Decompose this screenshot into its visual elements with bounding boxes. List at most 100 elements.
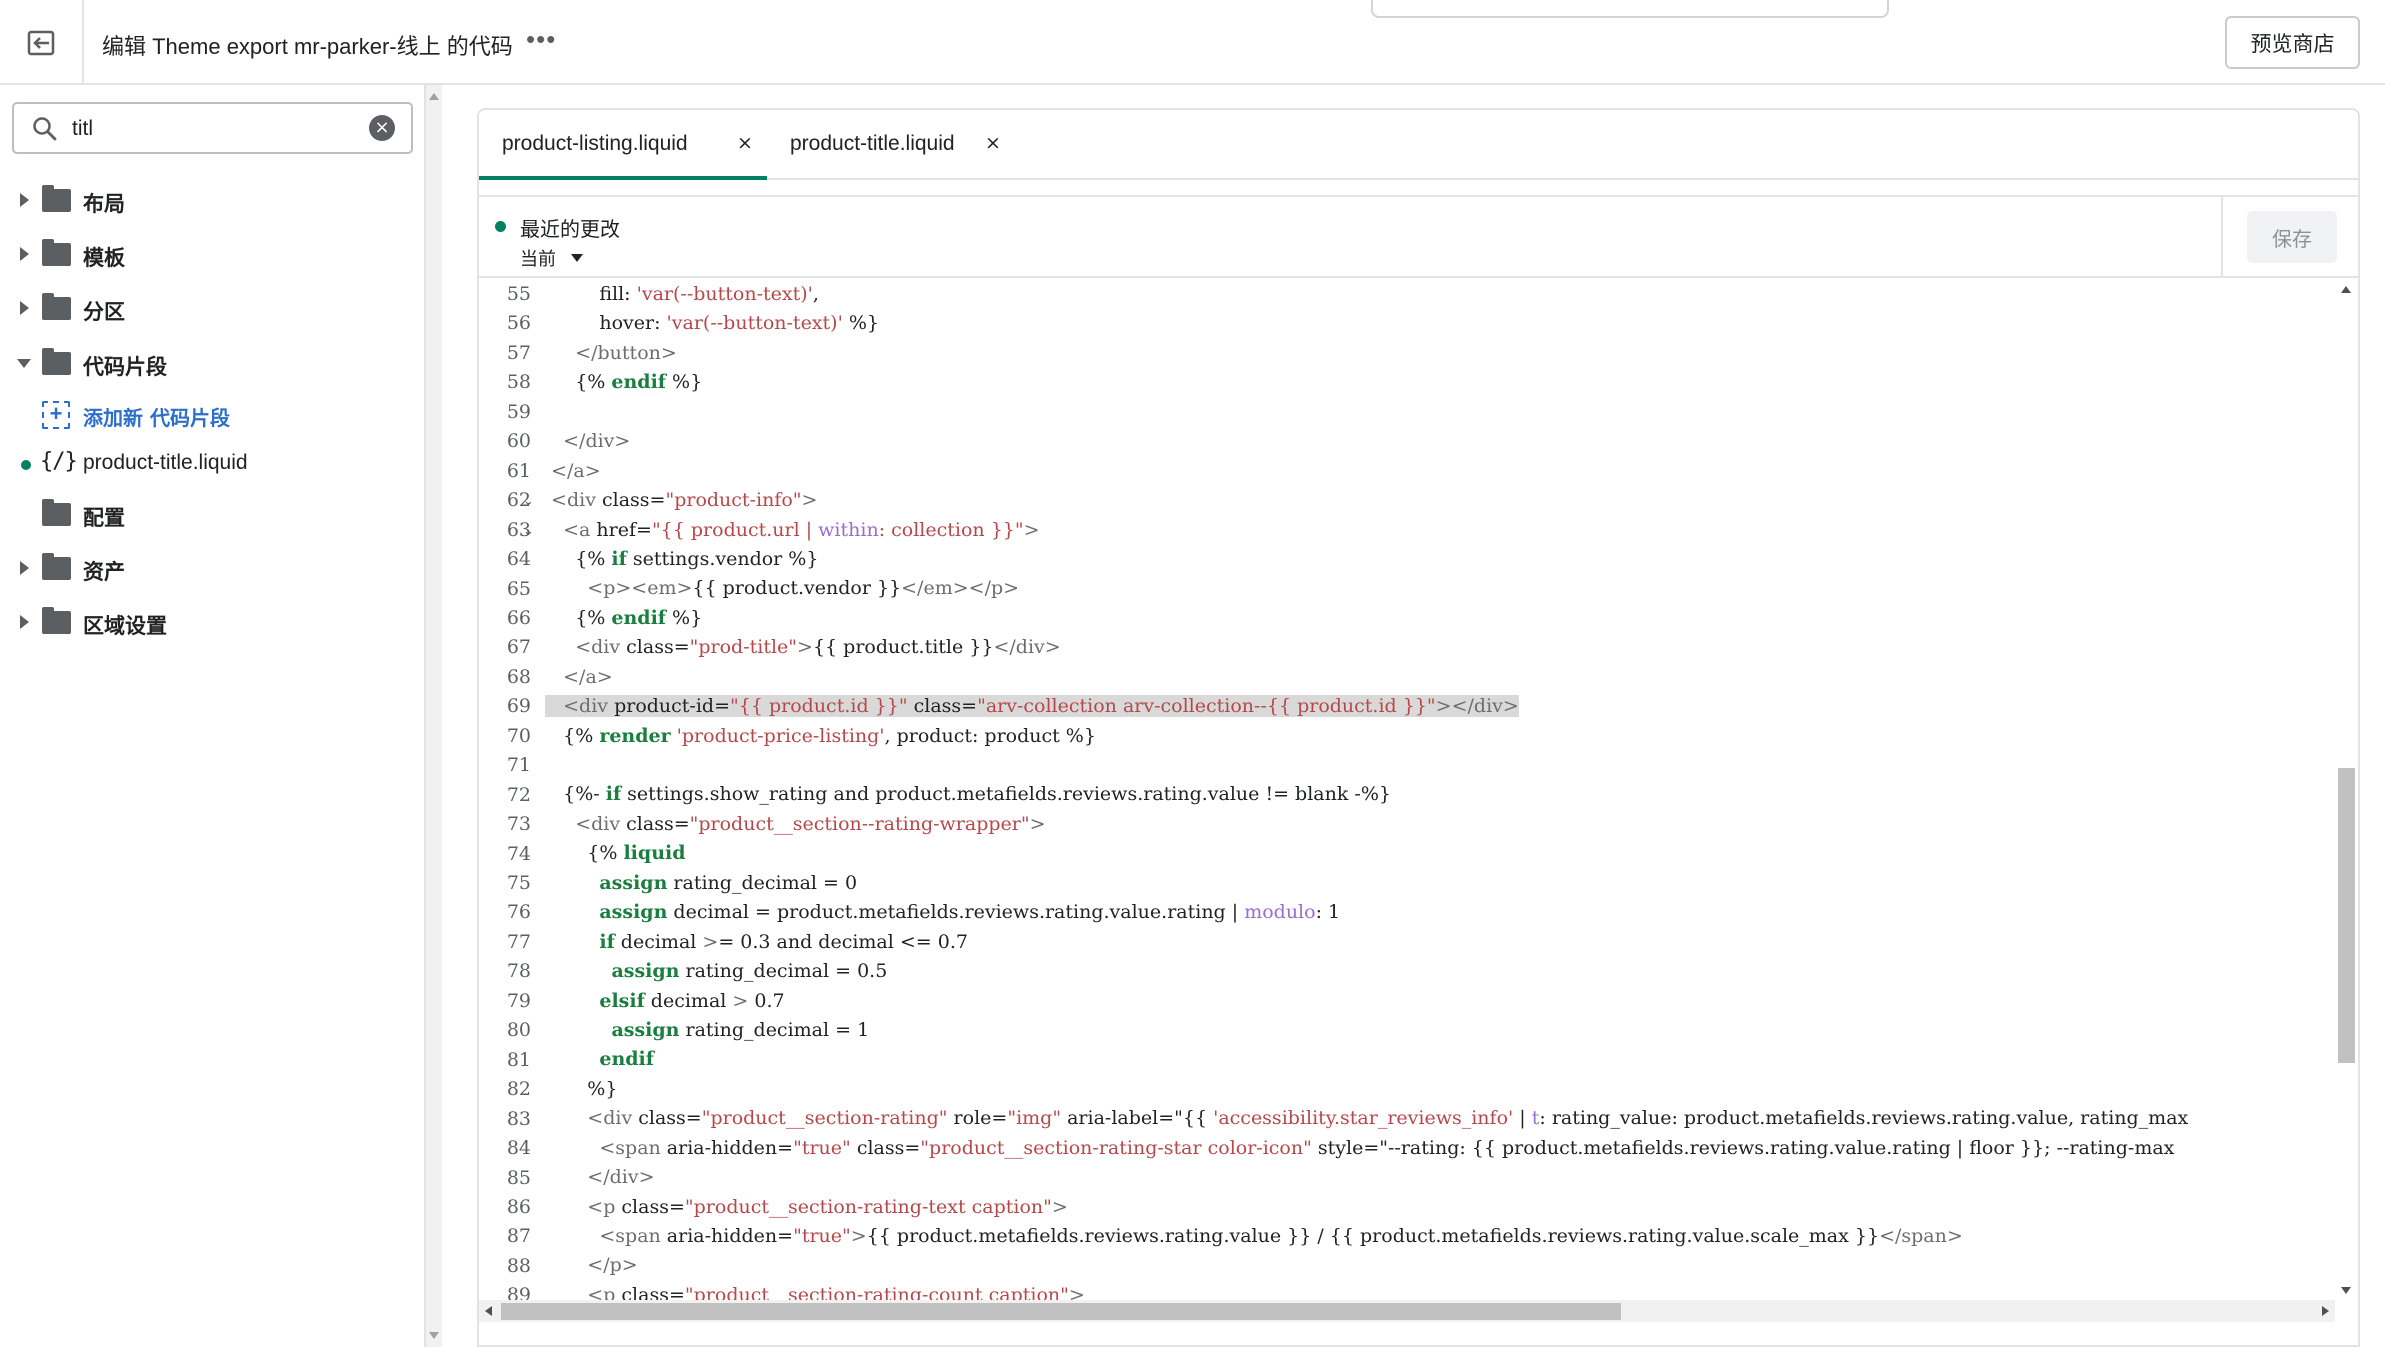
code-line[interactable]: <a href="{{ product.url | within: collec… — [545, 516, 2188, 545]
scroll-left-icon[interactable] — [485, 1306, 492, 1316]
code-line[interactable]: </div> — [545, 1163, 2188, 1192]
code-line[interactable]: <div class="product__section--rating-wra… — [545, 810, 2188, 839]
caret-down-icon[interactable] — [571, 254, 583, 262]
scroll-thumb[interactable] — [2338, 768, 2355, 1063]
code-line[interactable]: </p> — [545, 1251, 2188, 1280]
save-button[interactable]: 保存 — [2247, 211, 2337, 263]
sidebar-scrollbar[interactable] — [426, 85, 442, 1347]
modified-dot — [21, 460, 31, 470]
line-number: 79 — [506, 989, 531, 1012]
fold-chevron-icon[interactable]: ⌄ — [523, 494, 534, 509]
code-line[interactable]: <span aria-hidden="true">{{ product.meta… — [545, 1222, 2188, 1251]
code-line[interactable]: <p class="product__section-rating-text c… — [545, 1193, 2188, 1222]
code-line[interactable]: <div class="product__section-rating" rol… — [545, 1104, 2188, 1133]
page-title: 编辑 Theme export mr-parker-线上 的代码 — [102, 34, 513, 59]
folder-snippets[interactable]: 代码片段 — [0, 343, 420, 383]
exit-icon — [27, 30, 55, 55]
line-number: 57 — [506, 341, 531, 364]
folder-icon — [42, 293, 71, 320]
line-number: 87 — [506, 1225, 531, 1248]
code-line[interactable]: </a> — [545, 457, 2188, 486]
code-line[interactable]: {%- if settings.show_rating and product.… — [545, 780, 2188, 809]
line-number: 64 — [506, 548, 531, 571]
line-number: 60 — [506, 430, 531, 453]
line-number: 76 — [506, 901, 531, 924]
line-number: 75 — [506, 872, 531, 894]
code-editor[interactable]: 55 56 57 58 59 60 61 62 ⌄ 63 ⌄ 64 65 66 67 68 69 70 71 72 73… — [479, 280, 2335, 1300]
close-tab-icon[interactable]: × — [737, 132, 753, 154]
code-horizontal-scrollbar[interactable] — [479, 1300, 2335, 1322]
preview-store-button[interactable]: 预览商店 — [2225, 16, 2360, 69]
scroll-thumb[interactable] — [501, 1303, 1621, 1320]
code-line[interactable]: </button> — [545, 339, 2188, 368]
folder-config[interactable]: 配置 — [0, 494, 420, 534]
code-line[interactable]: <span aria-hidden="true" class="product_… — [545, 1134, 2188, 1163]
close-tab-icon[interactable]: × — [985, 132, 1001, 154]
line-number: 71 — [506, 754, 531, 777]
code-line[interactable]: </a> — [545, 663, 2188, 692]
code-line[interactable] — [545, 751, 2188, 780]
top-bar: 编辑 Theme export mr-parker-线上 的代码 ••• 预览商… — [0, 0, 2385, 85]
code-line[interactable]: %} — [545, 1075, 2188, 1104]
code-line[interactable]: {% endif %} — [545, 604, 2188, 633]
code-line[interactable]: assign rating_decimal = 0 — [545, 869, 2188, 898]
code-line[interactable]: {% if settings.vendor %} — [545, 545, 2188, 574]
code-line[interactable]: {% render 'product-price-listing', produ… — [545, 722, 2188, 751]
file-product-title[interactable]: {/} product-title.liquid — [0, 443, 420, 483]
folder-layout[interactable]: 布局 — [0, 180, 420, 220]
version-select[interactable]: 当前 — [520, 245, 556, 271]
code-line[interactable]: hover: 'var(--button-text)' %} — [545, 309, 2188, 338]
scroll-down-icon[interactable] — [429, 1332, 439, 1339]
folder-locales[interactable]: 区域设置 — [0, 602, 420, 642]
scroll-up-icon[interactable] — [2341, 286, 2351, 293]
exit-button[interactable] — [0, 0, 84, 85]
file-label: product-title.liquid — [83, 451, 248, 474]
folder-sections[interactable]: 分区 — [0, 288, 420, 328]
tab-product-title[interactable]: product-title.liquid × — [767, 110, 1057, 180]
code-line[interactable]: assign decimal = product.metafields.revi… — [545, 898, 2188, 927]
code-line[interactable] — [545, 398, 2188, 427]
code-line[interactable]: {% liquid — [545, 839, 2188, 868]
code-line[interactable]: {% endif %} — [545, 368, 2188, 397]
folder-label: 区域设置 — [83, 614, 167, 638]
code-content[interactable]: fill: 'var(--button-text)', hover: 'var(… — [545, 280, 2188, 1300]
code-line[interactable]: assign rating_decimal = 1 — [545, 1016, 2188, 1045]
code-line[interactable]: </div> — [545, 427, 2188, 456]
chevron-right-icon — [20, 615, 29, 629]
more-actions-button[interactable]: ••• — [526, 24, 556, 54]
scroll-right-icon[interactable] — [2322, 1306, 2329, 1316]
scroll-down-icon[interactable] — [2341, 1287, 2351, 1294]
line-number: 67 — [506, 636, 531, 659]
line-number: 70 — [506, 724, 531, 747]
tab-product-listing[interactable]: product-listing.liquid × — [479, 110, 767, 180]
code-line[interactable]: <p><em>{{ product.vendor }}</em></p> — [545, 574, 2188, 603]
code-vertical-scrollbar[interactable] — [2335, 280, 2358, 1300]
add-snippet-link[interactable]: + 添加新 代码片段 — [0, 394, 420, 434]
folder-icon — [42, 348, 71, 375]
clear-search-icon[interactable]: × — [369, 115, 395, 141]
folder-templates[interactable]: 模板 — [0, 234, 420, 274]
folder-icon — [42, 553, 71, 580]
code-line[interactable]: <div product-id="{{ product.id }}" class… — [545, 692, 2188, 721]
fold-chevron-icon[interactable]: ⌄ — [523, 524, 534, 539]
code-line[interactable]: fill: 'var(--button-text)', — [545, 280, 2188, 309]
code-line[interactable]: <div class="prod-title">{{ product.title… — [545, 633, 2188, 662]
line-number: 78 — [506, 960, 531, 983]
folder-label: 布局 — [83, 192, 125, 216]
line-number: 88 — [506, 1254, 531, 1277]
status-dot — [495, 221, 506, 232]
code-line[interactable]: assign rating_decimal = 0.5 — [545, 957, 2188, 986]
code-line[interactable]: <p class="product__section-rating-count … — [545, 1281, 2188, 1300]
folder-label: 代码片段 — [83, 355, 167, 379]
line-number: 56 — [506, 312, 531, 335]
code-line[interactable]: <div class="product-info"> — [545, 486, 2188, 515]
code-line[interactable]: if decimal >= 0.3 and decimal <= 0.7 — [545, 928, 2188, 957]
scroll-up-icon[interactable] — [429, 93, 439, 100]
add-snippet-label: 添加新 代码片段 — [83, 406, 230, 430]
code-line[interactable]: endif — [545, 1045, 2188, 1074]
line-number: 73 — [506, 813, 531, 836]
code-line[interactable]: elsif decimal > 0.7 — [545, 987, 2188, 1016]
folder-assets[interactable]: 资产 — [0, 548, 420, 588]
search-input[interactable] — [72, 114, 362, 144]
line-number: 58 — [506, 371, 531, 394]
